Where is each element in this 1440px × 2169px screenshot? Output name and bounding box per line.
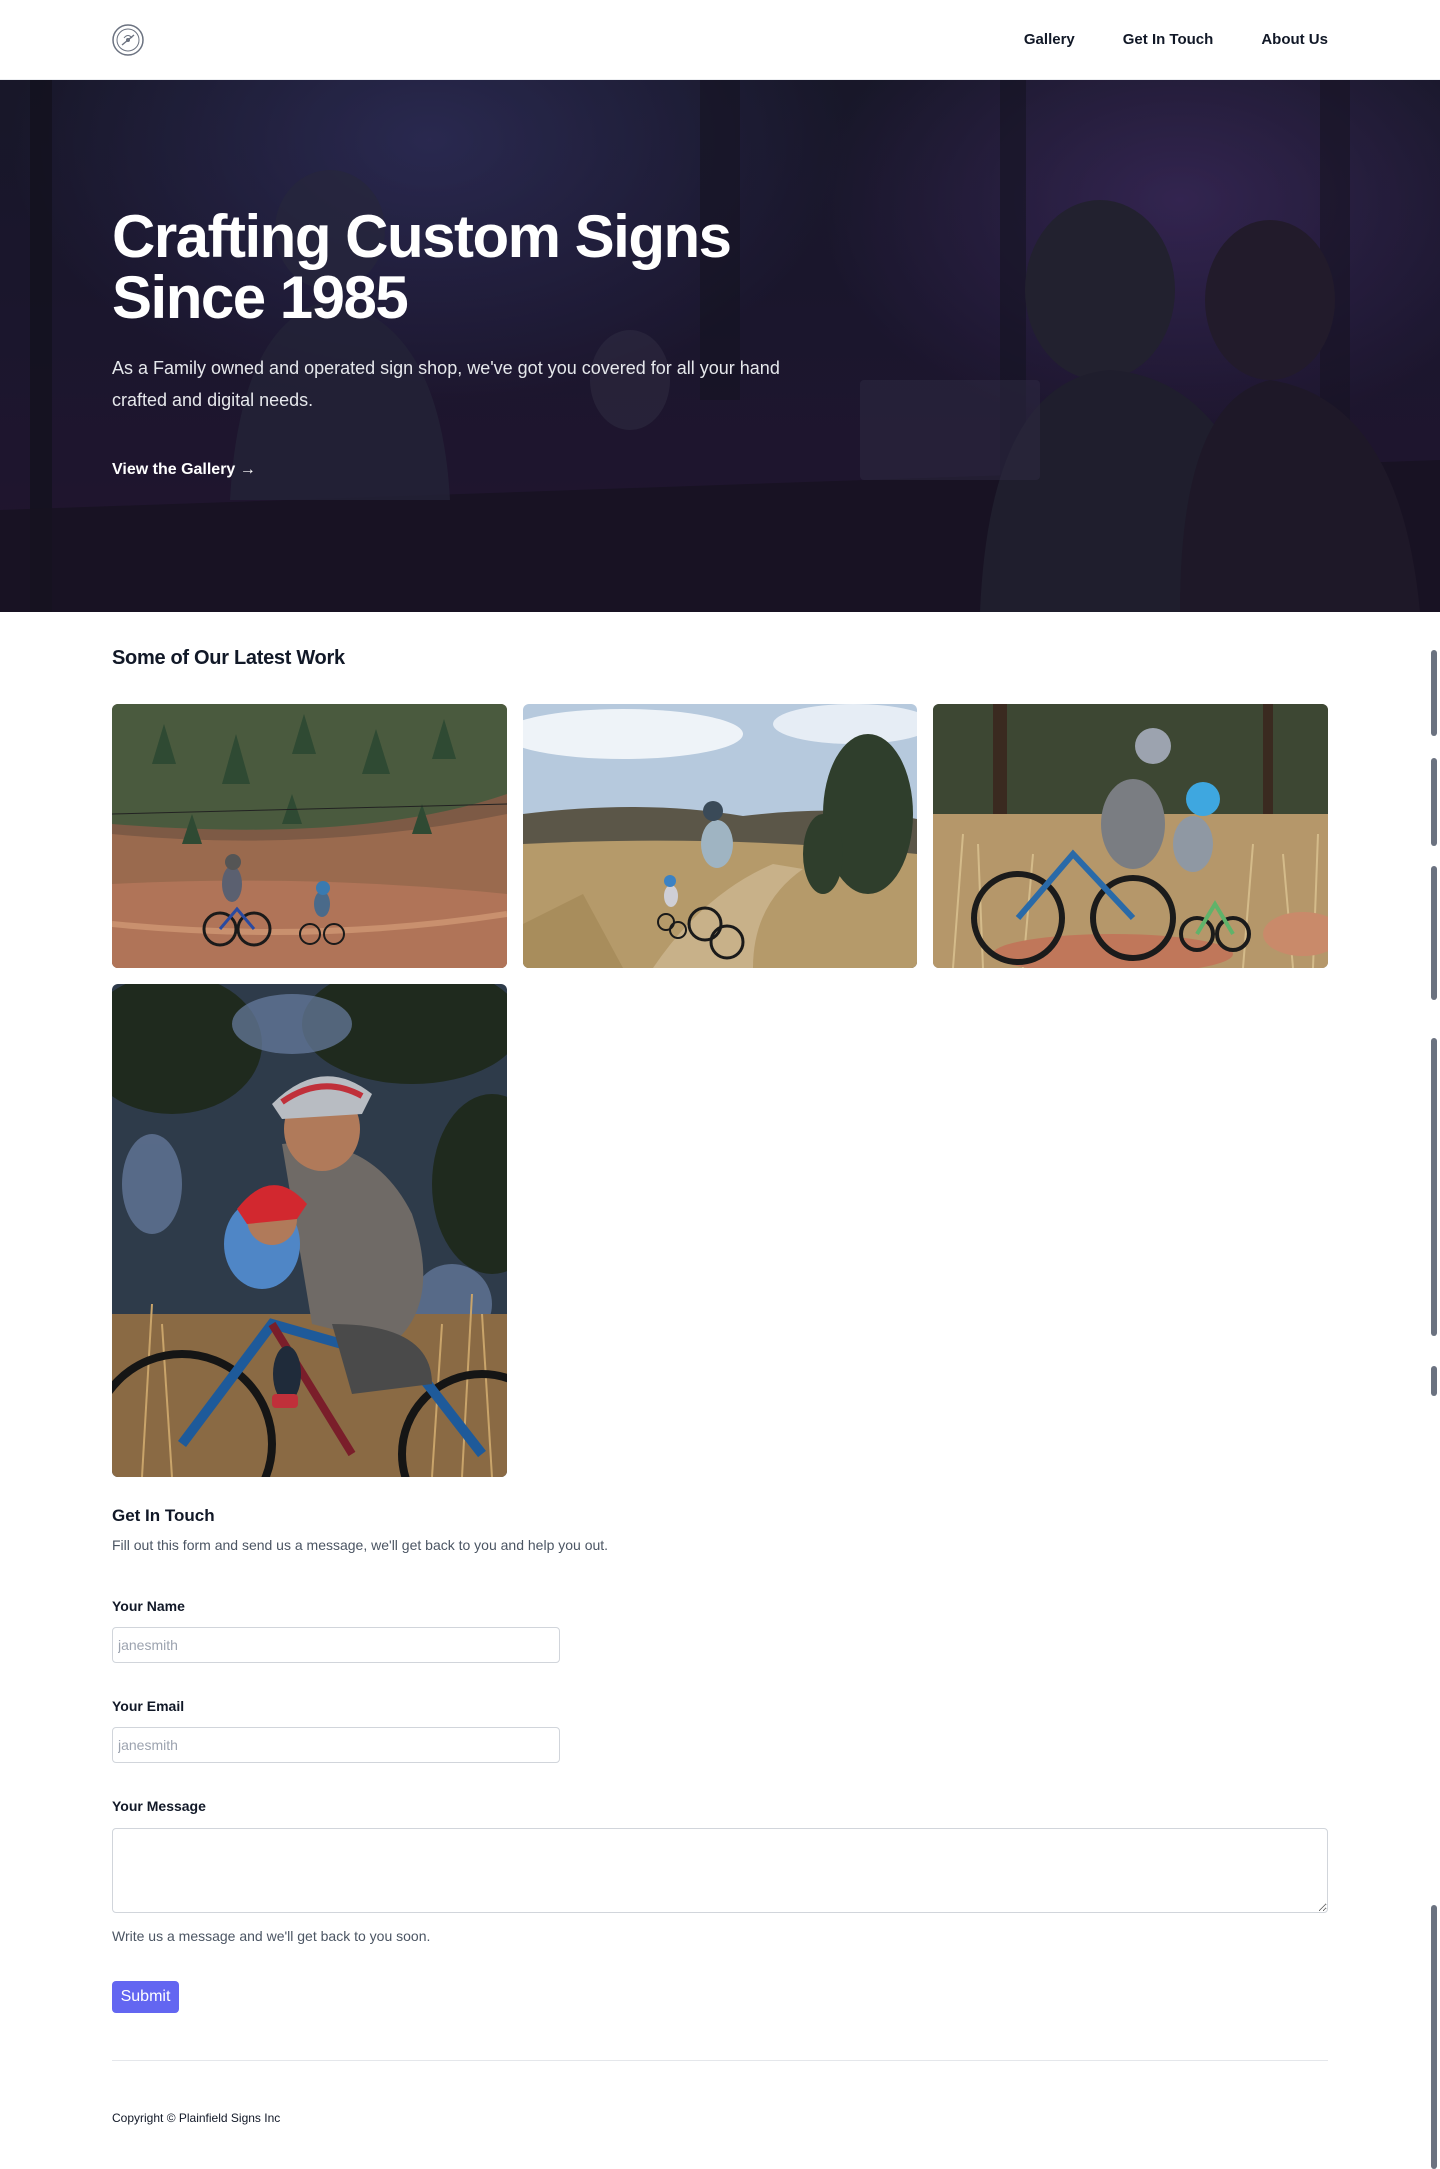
work-photo-3[interactable]	[933, 704, 1328, 968]
work-photo-2[interactable]	[523, 704, 917, 968]
view-gallery-link[interactable]: View the Gallery →	[112, 458, 256, 482]
email-input[interactable]	[112, 1727, 560, 1763]
contact-title: Get In Touch	[112, 1506, 215, 1525]
hero-title-line-1: Crafting Custom Signs	[112, 203, 732, 270]
scroll-marker	[1431, 650, 1437, 736]
scroll-marker	[1431, 1038, 1437, 1336]
nav-links: Gallery Get In Touch About Us	[1024, 28, 1328, 52]
trail-ride-sky-image	[523, 704, 917, 968]
scroll-marker	[1431, 758, 1437, 846]
top-nav: Gallery Get In Touch About Us	[0, 0, 1440, 80]
logo-icon[interactable]	[112, 24, 144, 56]
mountain-bike-hillside-image	[112, 704, 507, 968]
hero-title-line-2: Since 1985	[112, 264, 409, 331]
contact-description: Fill out this form and send us a message…	[112, 1537, 609, 1553]
scroll-marker	[1431, 1366, 1437, 1396]
footer-divider	[112, 2060, 1328, 2061]
nav-link-about-us[interactable]: About Us	[1261, 28, 1328, 52]
latest-work-title: Some of Our Latest Work	[112, 647, 345, 669]
submit-button[interactable]: Submit	[112, 1981, 179, 2013]
copyright-text: Copyright © Plainfield Signs Inc	[112, 2111, 281, 2125]
scroll-marker	[1431, 866, 1437, 1000]
father-child-bikes-image	[933, 704, 1328, 968]
nav-link-get-in-touch[interactable]: Get In Touch	[1123, 28, 1214, 52]
name-label: Your Name	[112, 1598, 185, 1614]
message-textarea[interactable]	[112, 1828, 1328, 1913]
tandem-ride-closeup-image	[112, 984, 507, 1477]
nav-link-gallery[interactable]: Gallery	[1024, 28, 1075, 52]
name-input[interactable]	[112, 1627, 560, 1663]
message-label: Your Message	[112, 1798, 206, 1814]
email-label: Your Email	[112, 1698, 185, 1714]
hero-subtitle: As a Family owned and operated sign shop…	[112, 358, 780, 410]
hero-background-image	[0, 80, 1440, 612]
scroll-marker	[1431, 1905, 1437, 2169]
hero-banner: Crafting Custom Signs Since 1985 As a Fa…	[0, 80, 1440, 612]
message-help-text: Write us a message and we'll get back to…	[112, 1928, 431, 1944]
work-photo-1[interactable]	[112, 704, 507, 968]
hero-title: Crafting Custom Signs Since 1985	[112, 206, 812, 328]
work-photo-4[interactable]	[112, 984, 507, 1477]
